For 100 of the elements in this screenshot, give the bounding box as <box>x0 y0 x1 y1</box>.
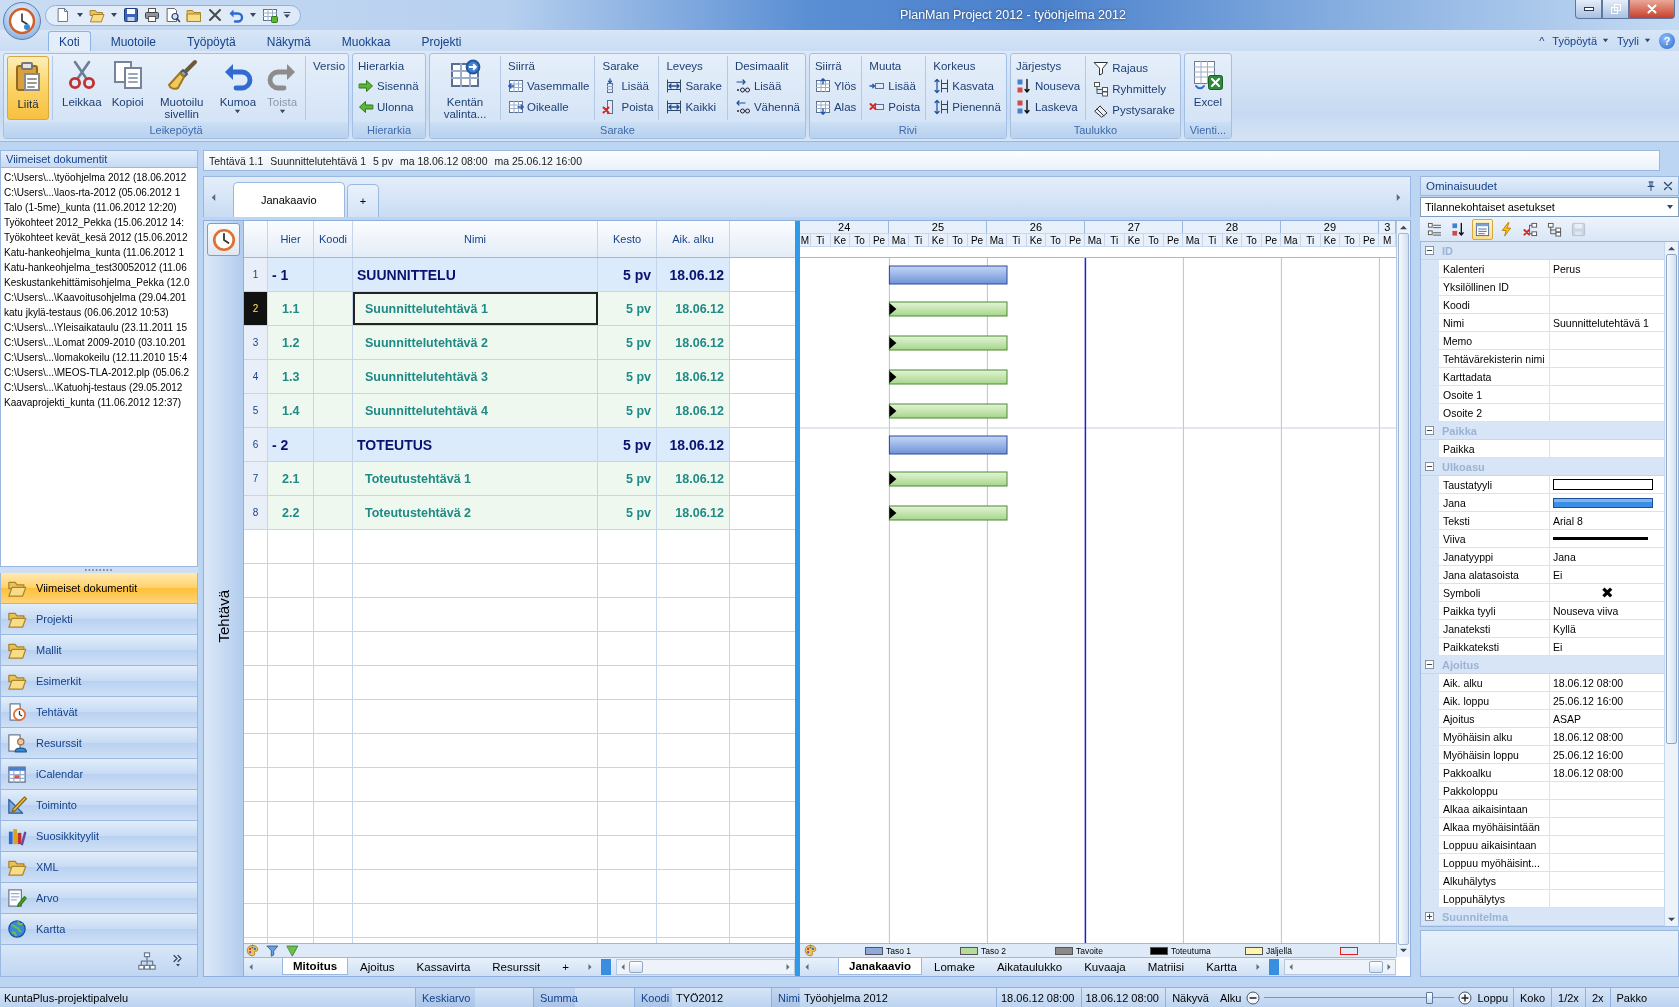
ribbon-button[interactable]: Ulonna <box>356 96 421 117</box>
recent-document-link[interactable]: Talo (1-5me)_kunta (11.06.2012 12:20) <box>4 200 197 215</box>
right-arrow-icon[interactable] <box>586 963 593 971</box>
ribbon-button[interactable]: Kopioi <box>107 56 148 120</box>
ribbon-tab[interactable]: Koti <box>48 31 91 51</box>
ribbon-button[interactable]: Pienennä <box>931 96 1003 117</box>
row-number[interactable]: 7 <box>244 462 268 495</box>
ribbon-button[interactable]: Lisää <box>867 75 923 96</box>
minimize-button[interactable] <box>1575 0 1602 19</box>
status-button[interactable]: Pakko <box>1609 988 1654 1007</box>
sheet-tab[interactable]: Kartta <box>1196 958 1247 975</box>
minus-box-icon[interactable] <box>1425 426 1434 435</box>
column-header[interactable]: Koodi <box>314 221 353 257</box>
column-header[interactable]: Aik. alku <box>657 221 730 257</box>
caret-icon[interactable] <box>249 11 257 19</box>
ribbon-button[interactable]: Vähennä <box>732 96 802 117</box>
pin-icon[interactable] <box>1646 181 1656 191</box>
ribbon-button[interactable]: Poista <box>867 96 923 117</box>
document-magnifier-icon[interactable] <box>165 7 181 23</box>
row-number[interactable]: 8 <box>244 496 268 529</box>
property-value[interactable]: Ei <box>1550 638 1664 655</box>
ribbon-button[interactable]: Vasemmalle <box>506 75 592 96</box>
plus-circle-icon[interactable] <box>1458 990 1473 1005</box>
grip-dots-icon[interactable] <box>84 568 114 572</box>
palette-icon[interactable] <box>246 944 259 957</box>
row-number[interactable]: 6 <box>244 428 268 461</box>
ribbon-tab[interactable]: Näkymä <box>255 31 322 51</box>
palette-icon[interactable] <box>804 944 817 957</box>
property-value[interactable]: Kyllä <box>1550 620 1664 637</box>
sheet-tab[interactable]: Lomake <box>924 958 985 975</box>
navigation-button[interactable]: Suosikkityylit <box>0 821 198 852</box>
property-value[interactable]: Arial 8 <box>1550 512 1664 529</box>
collapse-ribbon-button[interactable]: ^ <box>1539 34 1545 47</box>
property-value[interactable]: ASAP <box>1550 710 1664 727</box>
slider-thumb[interactable] <box>1426 991 1434 1004</box>
minus-box-icon[interactable] <box>1425 246 1434 255</box>
ribbon-button[interactable]: Poista <box>600 96 656 117</box>
property-value[interactable]: Ei <box>1550 566 1664 583</box>
save-icon[interactable] <box>123 7 139 23</box>
caret-icon[interactable] <box>76 11 84 19</box>
folder-icon[interactable] <box>89 7 105 23</box>
sheet-tab[interactable]: Aikataulukko <box>986 958 1073 975</box>
status-button[interactable]: 1/2x <box>1551 988 1585 1007</box>
ribbon-button[interactable]: Lisää <box>732 75 802 96</box>
left-arrow-icon[interactable] <box>248 963 254 971</box>
recent-document-link[interactable]: C:\Users\...\Yleisaikataulu (23.11.2011 15 <box>4 320 197 335</box>
triangle-icon[interactable] <box>286 944 299 957</box>
recent-document-link[interactable]: C:\Users\...\Kaavoitusohjelma (29.04.201 <box>4 290 197 305</box>
ribbon-button[interactable]: Rajaus <box>1091 57 1177 78</box>
cross-icon[interactable] <box>207 7 223 23</box>
horizontal-scrollbar[interactable] <box>615 959 795 975</box>
sheet-tab[interactable]: Janakaavio <box>838 958 922 975</box>
column-header[interactable]: Hier <box>268 221 314 257</box>
menu-button[interactable]: Tyyli <box>1617 34 1651 47</box>
close-icon[interactable] <box>1663 181 1673 191</box>
vertical-scrollbar[interactable] <box>1396 221 1410 957</box>
table-icon[interactable] <box>262 7 278 23</box>
property-value[interactable]: Jana <box>1550 548 1664 565</box>
navigation-button[interactable]: Projekti <box>0 604 198 635</box>
printer-icon[interactable] <box>144 7 160 23</box>
row-number[interactable]: 3 <box>244 326 268 359</box>
column-header[interactable]: Kesto <box>598 221 657 257</box>
menu-button[interactable]: Työpöytä <box>1552 34 1609 47</box>
ribbon-button[interactable]: Kasvata <box>931 75 1003 96</box>
ribbon-button[interactable]: Sisennä <box>356 75 421 96</box>
recent-document-link[interactable]: Keskustankehittämisohjelma_Pekka (12.0 <box>4 275 197 290</box>
navigation-button[interactable]: Toiminto <box>0 790 198 821</box>
ribbon-button[interactable]: Ryhmittely <box>1091 78 1177 99</box>
recent-document-link[interactable]: C:\Users\...\lomakokeilu (12.11.2010 15:4 <box>4 350 197 365</box>
ribbon-button[interactable]: Alas <box>812 96 859 117</box>
minus-box-icon[interactable] <box>1425 660 1434 669</box>
horizontal-scrollbar[interactable] <box>1283 959 1396 975</box>
ribbon-button[interactable]: Lisää <box>600 75 656 96</box>
ribbon-button[interactable]: Kentän valinta... <box>433 56 498 120</box>
folder-icon[interactable] <box>186 7 202 23</box>
property-value[interactable]: Nouseva viiva <box>1550 602 1664 619</box>
recent-document-link[interactable]: Työkohteet kevät_kesä 2012 (15.06.2012 <box>4 230 197 245</box>
property-value[interactable]: 18.06.12 08:00 <box>1550 764 1664 781</box>
splitter-handle[interactable] <box>1268 959 1279 975</box>
recent-document-link[interactable]: katu jkylä-testaus (06.06.2012 10:53) <box>4 305 197 320</box>
sheet-tab[interactable]: Ajoitus <box>350 958 405 975</box>
caret-icon[interactable] <box>110 11 118 19</box>
double-chevron-icon[interactable] <box>173 953 183 968</box>
right-arrow-icon[interactable] <box>1395 192 1402 202</box>
sheet-tab[interactable]: Mitoitus <box>282 958 349 975</box>
navigation-button[interactable]: iCalendar <box>0 759 198 790</box>
ribbon-button[interactable]: Laskeva <box>1013 96 1083 117</box>
property-value[interactable]: Perus <box>1550 260 1664 277</box>
property-value[interactable]: 18.06.12 08:00 <box>1550 674 1664 691</box>
ribbon-button[interactable]: Oikealle <box>506 96 592 117</box>
clock-button[interactable] <box>207 223 240 256</box>
ribbon-tab[interactable]: Työpöytä <box>176 31 247 51</box>
property-value[interactable]: 25.06.12 16:00 <box>1550 746 1664 763</box>
property-value[interactable]: 18.06.12 08:00 <box>1550 728 1664 745</box>
sheet-tab[interactable]: Matriisi <box>1137 958 1195 975</box>
status-button[interactable]: Koko <box>1513 988 1552 1007</box>
ribbon-tab[interactable]: Projekti <box>410 31 473 51</box>
ribbon-button[interactable]: Pystysarake <box>1091 99 1177 120</box>
navigation-button[interactable]: Mallit <box>0 635 198 666</box>
minus-box-icon[interactable] <box>1425 462 1434 471</box>
